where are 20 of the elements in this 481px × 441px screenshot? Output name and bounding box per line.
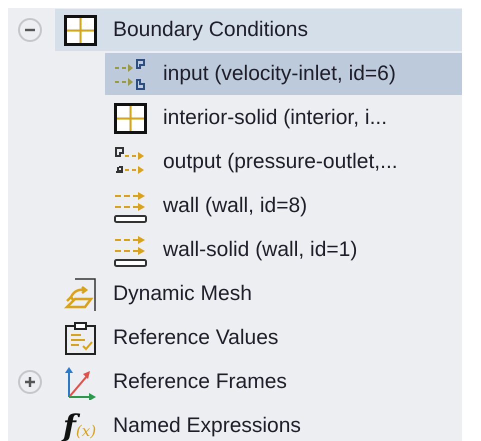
- grid-icon: [113, 100, 148, 136]
- tree-item[interactable]: output (pressure-outlet,...: [105, 141, 462, 183]
- tree-item[interactable]: input (velocity-inlet, id=6): [105, 53, 462, 95]
- collapse-button[interactable]: [18, 18, 42, 42]
- grid-icon: [63, 12, 98, 48]
- function-icon: f(x): [63, 408, 98, 441]
- inlet-icon: [113, 56, 148, 92]
- tree-item[interactable]: Dynamic Mesh: [55, 273, 462, 315]
- tree-item[interactable]: Reference Frames: [55, 361, 462, 403]
- tree-item[interactable]: wall-solid (wall, id=1): [105, 229, 462, 271]
- tree-item[interactable]: interior-solid (interior, i...: [105, 97, 462, 139]
- clipboard-icon: [63, 320, 98, 356]
- tree-item[interactable]: Boundary Conditions: [55, 9, 462, 51]
- plus-icon: [24, 376, 36, 388]
- axes-icon: [63, 364, 98, 400]
- mesh-icon: [63, 276, 98, 312]
- tree-item[interactable]: Reference Values: [55, 317, 462, 359]
- expand-button[interactable]: [18, 370, 42, 394]
- tree-item[interactable]: f(x) Named Expressions: [55, 405, 462, 441]
- tree-item[interactable]: wall (wall, id=8): [105, 185, 462, 227]
